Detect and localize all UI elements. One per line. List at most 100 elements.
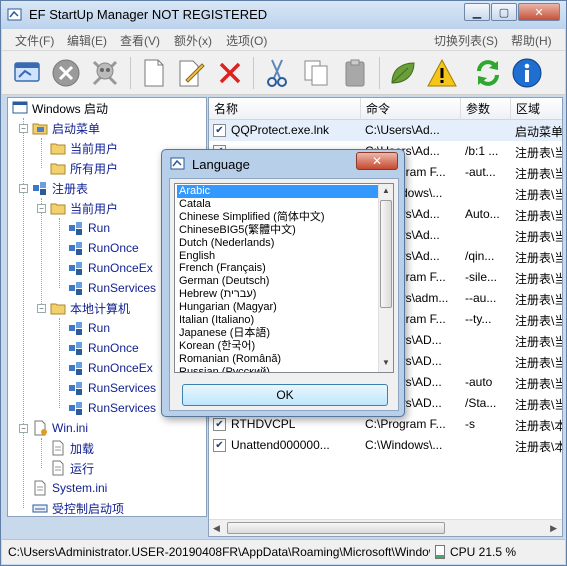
- maximize-button[interactable]: ▢: [491, 3, 517, 21]
- table-row[interactable]: ✔ QQProtect.exe.lnk C:\Users\Ad... 启动菜单: [209, 120, 562, 141]
- info-icon[interactable]: [510, 56, 544, 90]
- cell-area: 注册表\当: [515, 167, 563, 181]
- toolbar: [2, 51, 565, 95]
- minimize-button[interactable]: ▁: [464, 3, 490, 21]
- cell-area: 注册表\当: [515, 251, 563, 265]
- dialog-title: Language: [192, 157, 250, 172]
- menu-options[interactable]: 选项(O): [226, 32, 267, 49]
- expander-startmenu[interactable]: −: [19, 124, 28, 133]
- table-row[interactable]: ✔ RTHDVCPL C:\Program F... -s 注册表\本: [209, 414, 562, 435]
- language-option[interactable]: German (Deutsch): [177, 275, 379, 288]
- expander-registry[interactable]: −: [19, 184, 28, 193]
- registry-key-icon: [69, 242, 82, 255]
- cell-command: C:\Windows\...: [365, 438, 443, 452]
- document-icon: [52, 460, 64, 476]
- tree-registry[interactable]: 注册表: [32, 178, 88, 198]
- tree-cu-runservices[interactable]: RunServices: [68, 278, 156, 298]
- expander-reg-current-user[interactable]: −: [37, 204, 46, 213]
- menu-file[interactable]: 文件(F): [15, 32, 54, 49]
- language-option[interactable]: Korean (한국어): [177, 340, 379, 353]
- status-cpu: CPU 21.5 %: [450, 545, 517, 559]
- horizontal-scroll-thumb[interactable]: [227, 522, 445, 534]
- tree-policies[interactable]: 受控制启动项: [32, 498, 124, 516]
- expander-reg-local-machine[interactable]: −: [37, 304, 46, 313]
- language-option[interactable]: French (Français): [177, 262, 379, 275]
- menu-view[interactable]: 查看(V): [120, 32, 160, 49]
- paste-icon[interactable]: [338, 56, 372, 90]
- ini-file-icon: [34, 420, 47, 436]
- language-option[interactable]: Hungarian (Magyar): [177, 301, 379, 314]
- tree-cu-runonce[interactable]: RunOnce: [68, 238, 139, 258]
- language-option[interactable]: Catala: [177, 198, 379, 211]
- language-option[interactable]: Dutch (Nederlands): [177, 237, 379, 250]
- tree-lm-runonce[interactable]: RunOnce: [68, 338, 139, 358]
- column-command[interactable]: 命令: [361, 98, 461, 120]
- vertical-scroll-thumb[interactable]: [380, 200, 392, 308]
- tree-winini-run[interactable]: 运行: [50, 458, 94, 478]
- language-option[interactable]: Japanese (日本語): [177, 327, 379, 340]
- horizontal-scrollbar[interactable]: ◀ ▶: [209, 519, 562, 536]
- language-option[interactable]: Hebrew (עברית): [177, 288, 379, 301]
- edit-document-icon[interactable]: [174, 56, 208, 90]
- cell-area: 注册表\当: [515, 230, 563, 244]
- stop-icon[interactable]: [49, 56, 83, 90]
- tree-startmenu-current-user[interactable]: 当前用户: [50, 138, 118, 158]
- enabled-checkbox[interactable]: ✔: [213, 418, 226, 431]
- tree-winini[interactable]: Win.ini: [32, 418, 88, 438]
- warning-icon[interactable]: [425, 56, 459, 90]
- tree-registry-current-user[interactable]: 当前用户: [50, 198, 118, 218]
- menu-extra[interactable]: 额外(x): [174, 32, 212, 49]
- column-params[interactable]: 参数: [461, 98, 511, 120]
- folder-icon: [50, 163, 66, 175]
- tree-lm-run[interactable]: Run: [68, 318, 110, 338]
- new-document-icon[interactable]: [137, 56, 171, 90]
- folder-icon: [50, 303, 66, 315]
- tree-cu-run[interactable]: Run: [68, 218, 110, 238]
- app-window: EF StartUp Manager NOT REGISTERED ▁ ▢ ✕ …: [0, 0, 567, 566]
- close-button[interactable]: ✕: [518, 3, 560, 21]
- title-bar[interactable]: EF StartUp Manager NOT REGISTERED ▁ ▢ ✕: [1, 1, 566, 29]
- tree-winini-load[interactable]: 加载: [50, 438, 94, 458]
- menu-help[interactable]: 帮助(H): [511, 32, 552, 49]
- tree-windows-startup[interactable]: Windows 启动: [12, 98, 108, 118]
- tree-startmenu[interactable]: 启动菜单: [32, 118, 100, 138]
- tree-lm-runonceex[interactable]: RunOnceEx: [68, 358, 153, 378]
- tree-systemini[interactable]: System.ini: [32, 478, 107, 498]
- menu-edit[interactable]: 编辑(E): [67, 32, 107, 49]
- table-row[interactable]: ✔ Unattend000000... C:\Windows\... 注册表\本: [209, 435, 562, 456]
- language-option[interactable]: Romanian (Română): [177, 353, 379, 366]
- ok-button[interactable]: OK: [182, 384, 388, 406]
- column-name[interactable]: 名称: [209, 98, 361, 120]
- language-option[interactable]: Italian (Italiano): [177, 314, 379, 327]
- expander-winini[interactable]: −: [19, 424, 28, 433]
- skull-icon[interactable]: [88, 56, 122, 90]
- dialog-close-button[interactable]: ✕: [356, 152, 398, 170]
- folder-icon: [50, 203, 66, 215]
- column-area[interactable]: 区域: [511, 98, 562, 120]
- tree-cu-runonceex[interactable]: RunOnceEx: [68, 258, 153, 278]
- tree-startmenu-all-users[interactable]: 所有用户: [50, 158, 118, 178]
- menu-switch-list[interactable]: 切换列表(S): [434, 32, 498, 49]
- cut-icon[interactable]: [260, 56, 294, 90]
- language-listbox[interactable]: Arabic Catala Chinese Simplified (简体中文) Chi…: [174, 183, 394, 373]
- delete-x-icon[interactable]: [213, 56, 247, 90]
- list-header: 名称 命令 参数 区域: [209, 98, 562, 120]
- cell-params: -sile...: [465, 270, 498, 284]
- tree-lm-runservices[interactable]: RunServices: [68, 378, 156, 398]
- language-option[interactable]: English: [177, 250, 379, 263]
- language-option[interactable]: ChineseBIG5(繁體中文): [177, 224, 379, 237]
- startup-window-icon[interactable]: [10, 56, 44, 90]
- refresh-icon[interactable]: [471, 56, 505, 90]
- language-option[interactable]: Chinese Simplified (简体中文): [177, 211, 379, 224]
- copy-icon[interactable]: [299, 56, 333, 90]
- language-option[interactable]: Arabic: [177, 185, 379, 198]
- enabled-checkbox[interactable]: ✔: [213, 439, 226, 452]
- enabled-checkbox[interactable]: ✔: [213, 124, 226, 137]
- tree-lm-runservices-2[interactable]: RunServices: [68, 398, 156, 418]
- language-option[interactable]: Russian (Русский): [177, 366, 379, 372]
- tree-registry-local-machine[interactable]: 本地计算机: [50, 298, 130, 318]
- leaf-icon[interactable]: [386, 56, 420, 90]
- cell-area: 注册表\当: [515, 335, 563, 349]
- cell-name: RTHDVCPL: [231, 417, 296, 431]
- vertical-scrollbar[interactable]: ▲ ▼: [378, 184, 393, 372]
